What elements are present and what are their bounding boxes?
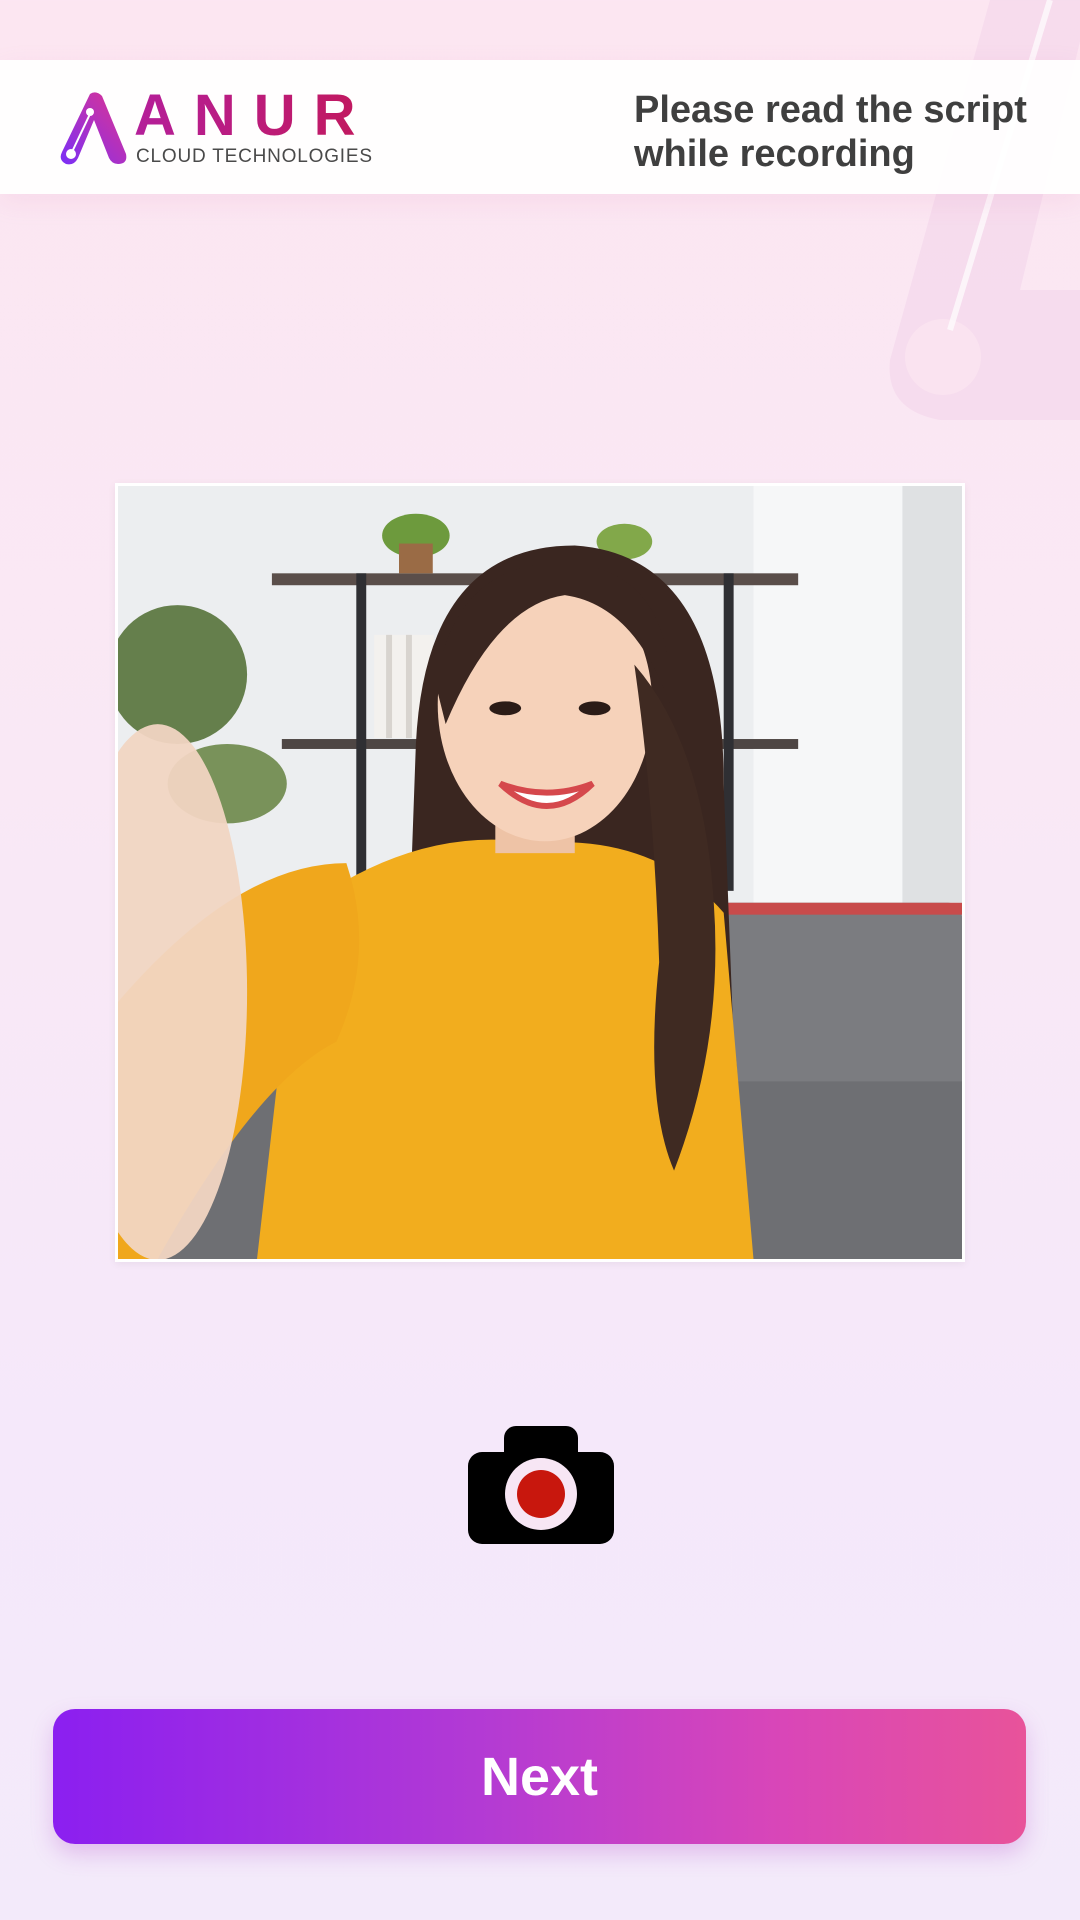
next-button[interactable]: Next [53, 1709, 1026, 1844]
recording-instruction: Please read the script while recording [634, 89, 1027, 175]
app-header: ANUR CLOUD TECHNOLOGIES Please read the … [0, 60, 1080, 194]
selfie-preview-image [118, 486, 962, 1259]
record-button[interactable] [468, 1426, 614, 1544]
brand-name: ANUR [134, 83, 374, 148]
company-logo: ANUR CLOUD TECHNOLOGIES [60, 83, 390, 168]
anur-logo-icon [60, 92, 127, 165]
camera-record-icon [468, 1426, 614, 1544]
brand-tagline: CLOUD TECHNOLOGIES [136, 146, 373, 167]
camera-preview [115, 483, 965, 1262]
